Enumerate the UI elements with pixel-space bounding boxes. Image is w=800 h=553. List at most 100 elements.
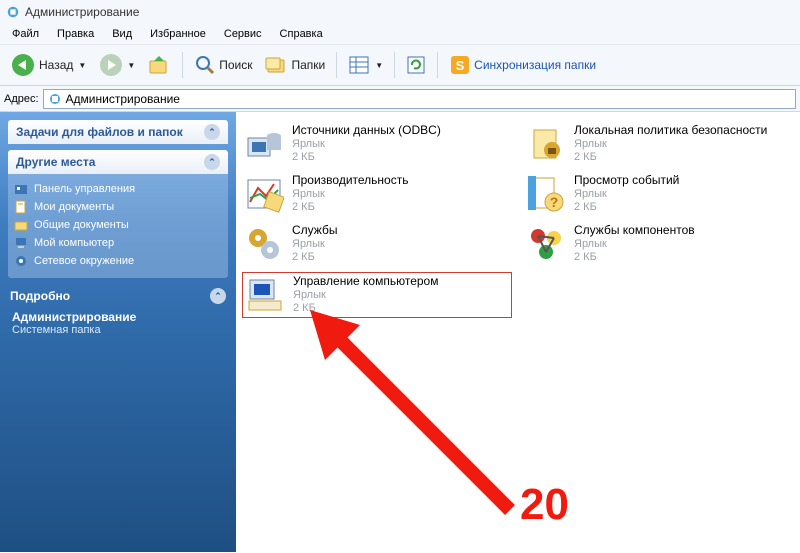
menu-favorites[interactable]: Избранное <box>142 26 214 42</box>
toolbar-separator <box>182 52 183 78</box>
menu-edit[interactable]: Правка <box>49 26 102 42</box>
item-size: 2 КБ <box>574 151 767 164</box>
item-name: Локальная политика безопасности <box>574 124 767 138</box>
performance-icon <box>244 174 284 214</box>
item-performance[interactable]: ПроизводительностьЯрлык2 КБ <box>242 172 512 216</box>
services-icon <box>244 224 284 264</box>
menu-tools[interactable]: Сервис <box>216 26 270 42</box>
address-bar: Адрес: Администрирование <box>0 86 800 112</box>
item-odbc[interactable]: Источники данных (ODBC)Ярлык2 КБ <box>242 122 512 166</box>
search-button[interactable]: Поиск <box>190 52 256 78</box>
item-type: Ярлык <box>574 138 767 151</box>
documents-icon <box>14 200 28 214</box>
item-name: Производительность <box>292 174 408 188</box>
sidebar-header-label: Подробно <box>10 289 70 303</box>
item-grid: Источники данных (ODBC)Ярлык2 КБ Локальн… <box>242 122 794 318</box>
item-size: 2 КБ <box>292 151 441 164</box>
sidebar-item-shared-documents[interactable]: Общие документы <box>14 216 222 234</box>
menu-file[interactable]: Файл <box>4 26 47 42</box>
sidebar-item-label: Мой компьютер <box>34 237 114 249</box>
item-services[interactable]: СлужбыЯрлык2 КБ <box>242 222 512 266</box>
odbc-icon <box>244 124 284 164</box>
item-type: Ярлык <box>292 238 337 251</box>
search-label: Поиск <box>219 58 252 72</box>
title-bar: Администрирование <box>0 0 800 24</box>
sidebar-header-places[interactable]: Другие места ⌃ <box>8 150 228 174</box>
sidebar-body-places: Панель управления Мои документы Общие до… <box>8 174 228 278</box>
chevron-collapse-icon[interactable]: ⌃ <box>204 124 220 140</box>
sidebar-item-label: Общие документы <box>34 219 129 231</box>
address-field[interactable]: Администрирование <box>43 89 796 109</box>
admin-tools-icon <box>6 5 20 19</box>
main-area: Задачи для файлов и папок ⌃ Другие места… <box>0 112 800 552</box>
item-local-security-policy[interactable]: Локальная политика безопасностиЯрлык2 КБ <box>524 122 794 166</box>
address-label: Адрес: <box>4 93 39 105</box>
toolbar-separator <box>336 52 337 78</box>
sidebar-item-network[interactable]: Сетевое окружение <box>14 252 222 270</box>
network-icon <box>14 254 28 268</box>
back-label: Назад <box>39 58 73 72</box>
back-icon <box>10 52 36 78</box>
sidebar-header-tasks[interactable]: Задачи для файлов и папок ⌃ <box>8 120 228 144</box>
event-viewer-icon: ? <box>526 174 566 214</box>
item-name: Управление компьютером <box>293 275 438 289</box>
window-title: Администрирование <box>25 5 139 19</box>
sync-label: Синхронизация папки <box>474 58 596 72</box>
sidebar-item-control-panel[interactable]: Панель управления <box>14 180 222 198</box>
sidebar-header-label: Задачи для файлов и папок <box>16 125 183 139</box>
back-button[interactable]: Назад ▼ <box>6 50 90 80</box>
folders-button[interactable]: Папки <box>261 52 330 78</box>
chevron-collapse-icon[interactable]: ⌃ <box>204 154 220 170</box>
chevron-down-icon[interactable]: ▼ <box>127 61 135 70</box>
sidebar-item-label: Сетевое окружение <box>34 255 134 267</box>
item-type: Ярлык <box>293 289 438 302</box>
forward-button[interactable]: ▼ <box>94 50 139 80</box>
refresh-button[interactable] <box>402 53 430 77</box>
item-type: Ярлык <box>574 188 679 201</box>
item-size: 2 КБ <box>574 251 695 264</box>
menu-help[interactable]: Справка <box>272 26 331 42</box>
folder-up-icon <box>147 53 171 77</box>
chevron-down-icon[interactable]: ▼ <box>375 61 383 70</box>
menu-view[interactable]: Вид <box>104 26 140 42</box>
up-button[interactable] <box>143 51 175 79</box>
sidebar-header-details[interactable]: Подробно ⌃ <box>8 284 228 308</box>
refresh-icon <box>406 55 426 75</box>
item-component-services[interactable]: Службы компонентовЯрлык2 КБ <box>524 222 794 266</box>
item-size: 2 КБ <box>292 251 337 264</box>
chevron-down-icon[interactable]: ▼ <box>78 61 86 70</box>
folder-icon <box>14 218 28 232</box>
sidebar-item-label: Мои документы <box>34 201 114 213</box>
sidebar-section-places: Другие места ⌃ Панель управления Мои док… <box>8 150 228 278</box>
folders-icon <box>265 54 289 76</box>
views-button[interactable]: ▼ <box>344 52 387 78</box>
sidebar-item-label: Панель управления <box>34 183 135 195</box>
admin-tools-icon <box>48 92 62 106</box>
sidebar: Задачи для файлов и папок ⌃ Другие места… <box>0 112 236 552</box>
item-type: Ярлык <box>574 238 695 251</box>
sidebar-item-my-computer[interactable]: Мой компьютер <box>14 234 222 252</box>
svg-text:?: ? <box>550 194 559 210</box>
sidebar-header-label: Другие места <box>16 155 95 169</box>
toolbar-separator <box>394 52 395 78</box>
search-icon <box>194 54 216 76</box>
views-icon <box>348 54 372 76</box>
chevron-collapse-icon[interactable]: ⌃ <box>210 288 226 304</box>
forward-icon <box>98 52 124 78</box>
security-policy-icon <box>526 124 566 164</box>
computer-management-icon <box>245 275 285 315</box>
content-pane[interactable]: Источники данных (ODBC)Ярлык2 КБ Локальн… <box>236 112 800 552</box>
svg-text:S: S <box>456 58 465 73</box>
toolbar: Назад ▼ ▼ Поиск Папки ▼ S Синхронизация … <box>0 44 800 86</box>
sync-button[interactable]: S Синхронизация папки <box>445 52 600 78</box>
item-event-viewer[interactable]: ? Просмотр событийЯрлык2 КБ <box>524 172 794 216</box>
sidebar-body-details: Администрирование Системная папка <box>8 308 228 340</box>
sidebar-item-my-documents[interactable]: Мои документы <box>14 198 222 216</box>
item-size: 2 КБ <box>574 201 679 214</box>
item-type: Ярлык <box>292 188 408 201</box>
computer-icon <box>14 236 28 250</box>
address-value: Администрирование <box>66 92 180 106</box>
control-panel-icon <box>14 182 28 196</box>
item-name: Службы <box>292 224 337 238</box>
item-computer-management[interactable]: Управление компьютеромЯрлык2 КБ <box>242 272 512 318</box>
